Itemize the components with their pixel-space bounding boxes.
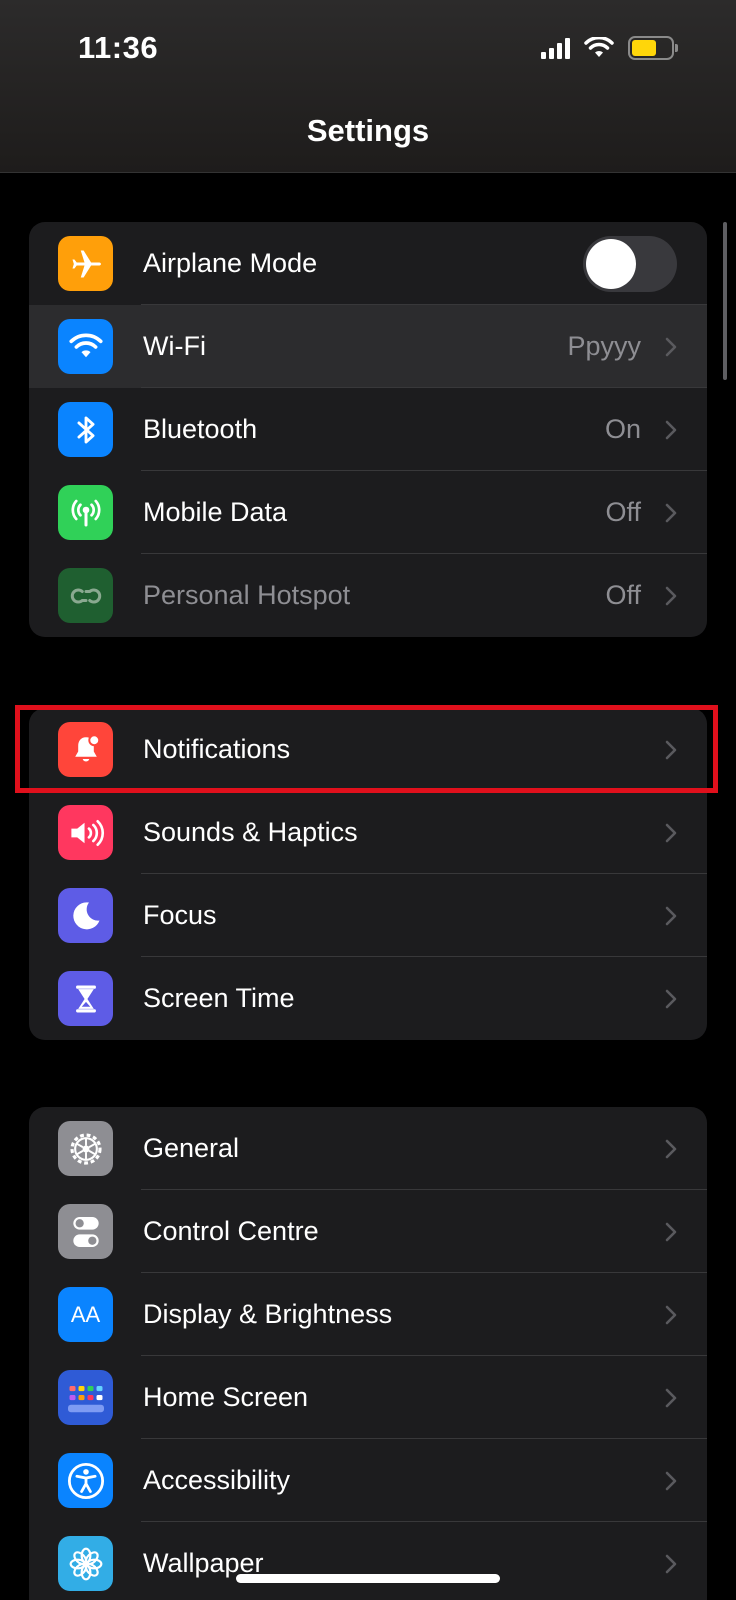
navigation-header: 11:36 Settings <box>0 0 736 173</box>
battery-icon <box>628 36 678 60</box>
settings-row-home-screen[interactable]: Home Screen <box>29 1356 707 1439</box>
toggle-knob <box>586 238 636 289</box>
chevron-right-icon <box>665 1554 677 1573</box>
settings-row-bluetooth[interactable]: Bluetooth On <box>29 388 707 471</box>
settings-row-label: Bluetooth <box>143 414 258 444</box>
airplane-icon <box>58 236 113 291</box>
settings-row-label: Mobile Data <box>143 497 288 527</box>
chevron-right-icon <box>665 1388 677 1407</box>
settings-row-label: Wi-Fi <box>143 331 206 361</box>
chevron-right-icon <box>665 586 677 605</box>
settings-row-mobile-data[interactable]: Mobile Data Off <box>29 471 707 554</box>
chevron-right-icon <box>665 1139 677 1158</box>
settings-row-label: Accessibility <box>143 1465 291 1495</box>
flower-icon <box>58 1536 113 1591</box>
connectivity-group: Airplane Mode Wi-Fi Ppyyy Bluetooth On M… <box>29 222 707 637</box>
settings-row-general[interactable]: General <box>29 1107 707 1190</box>
settings-row-label: Personal Hotspot <box>143 580 351 610</box>
home-indicator[interactable] <box>236 1574 500 1583</box>
settings-row-control-centre[interactable]: Control Centre <box>29 1190 707 1273</box>
gear-icon <box>58 1121 113 1176</box>
settings-row-label: Screen Time <box>143 983 295 1013</box>
settings-row-value: Off <box>605 497 641 527</box>
settings-row-accessibility[interactable]: Accessibility <box>29 1439 707 1522</box>
accessibility-icon <box>58 1453 113 1508</box>
settings-row-wifi[interactable]: Wi-Fi Ppyyy <box>29 305 707 388</box>
settings-row-label: Control Centre <box>143 1216 319 1246</box>
chevron-right-icon <box>665 337 677 356</box>
settings-row-personal-hotspot[interactable]: Personal Hotspot Off <box>29 554 707 637</box>
settings-row-label: Sounds & Haptics <box>143 817 358 847</box>
chevron-right-icon <box>665 1222 677 1241</box>
chevron-right-icon <box>665 906 677 925</box>
wifi-status-icon <box>584 37 614 57</box>
settings-row-focus[interactable]: Focus <box>29 874 707 957</box>
settings-row-sounds-haptics[interactable]: Sounds & Haptics <box>29 791 707 874</box>
chevron-right-icon <box>665 1471 677 1490</box>
chevron-right-icon <box>665 420 677 439</box>
settings-row-wallpaper[interactable]: Wallpaper <box>29 1522 707 1600</box>
chevron-right-icon <box>665 823 677 842</box>
settings-row-value: On <box>604 414 641 444</box>
text-size-glyph: AA <box>70 1301 101 1327</box>
settings-row-value: Ppyyy <box>567 331 641 361</box>
status-icons <box>541 36 678 60</box>
home-grid-icon <box>58 1370 113 1425</box>
settings-row-label: Home Screen <box>143 1382 309 1412</box>
settings-row-label: Display & Brightness <box>143 1299 393 1329</box>
chevron-right-icon <box>665 503 677 522</box>
settings-row-label: Airplane Mode <box>143 248 318 278</box>
settings-row-screen-time[interactable]: Screen Time <box>29 957 707 1040</box>
wifi-icon <box>58 319 113 374</box>
settings-row-airplane-mode: Airplane Mode <box>29 222 707 305</box>
bluetooth-icon <box>58 402 113 457</box>
chevron-right-icon <box>665 989 677 1008</box>
antenna-icon <box>58 485 113 540</box>
moon-icon <box>58 888 113 943</box>
switches-icon <box>58 1204 113 1259</box>
hotspot-icon <box>58 568 113 623</box>
general-group: General Control Centre AA Display & Brig… <box>29 1107 707 1600</box>
settings-row-display-brightness[interactable]: AA Display & Brightness <box>29 1273 707 1356</box>
settings-row-value: Off <box>605 580 641 610</box>
notifications-highlight-box <box>15 705 718 793</box>
text-size-icon: AA <box>58 1287 113 1342</box>
speaker-icon <box>58 805 113 860</box>
settings-row-label: Focus <box>143 900 217 930</box>
status-time: 11:36 <box>78 30 159 65</box>
airplane-mode-toggle[interactable] <box>583 235 677 292</box>
scroll-indicator[interactable] <box>723 222 727 380</box>
page-title: Settings <box>306 113 430 148</box>
hourglass-icon <box>58 971 113 1026</box>
chevron-right-icon <box>665 1305 677 1324</box>
settings-row-label: General <box>143 1133 240 1163</box>
cellular-signal-icon <box>541 37 570 59</box>
